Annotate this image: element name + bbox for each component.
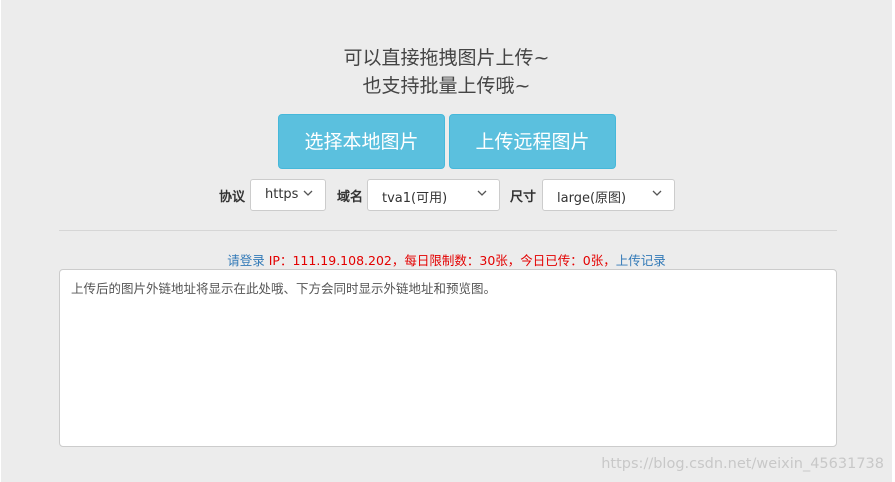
protocol-select[interactable]: https <box>250 179 326 211</box>
headline-drag-hint: 可以直接拖拽图片上传~ <box>343 47 550 69</box>
chevron-down-icon <box>303 190 313 196</box>
image-link-output-textarea[interactable]: 上传后的图片外链地址将显示在此处哦、下方会同时显示外链地址和预览图。 <box>59 269 837 447</box>
size-value: large(原图) <box>557 191 627 206</box>
upload-panel: 可以直接拖拽图片上传~ 也支持批量上传哦~ 选择本地图片 上传远程图片 协议 h… <box>1 0 892 482</box>
protocol-label: 协议 <box>219 190 246 205</box>
status-info: IP：111.19.108.202，每日限制数：30张，今日已传：0张， <box>264 253 616 268</box>
domain-value: tva1(可用) <box>382 191 448 206</box>
upload-remote-image-button[interactable]: 上传远程图片 <box>449 114 616 169</box>
headline-batch-hint: 也支持批量上传哦~ <box>362 75 531 97</box>
upload-history-link[interactable]: 上传记录 <box>616 253 666 268</box>
size-select[interactable]: large(原图) <box>542 179 675 211</box>
domain-label: 域名 <box>337 190 364 205</box>
divider <box>59 230 837 231</box>
chevron-down-icon <box>652 190 662 196</box>
size-label: 尺寸 <box>510 190 537 205</box>
upload-status-line: 请登录 IP：111.19.108.202，每日限制数：30张，今日已传：0张，… <box>1 250 892 269</box>
select-local-image-button[interactable]: 选择本地图片 <box>278 114 445 169</box>
watermark-text: https://blog.csdn.net/weixin_45631738 <box>601 456 884 472</box>
chevron-down-icon <box>477 190 487 196</box>
protocol-value: https <box>265 187 299 202</box>
login-link[interactable]: 请登录 <box>227 253 265 268</box>
domain-select[interactable]: tva1(可用) <box>367 179 500 211</box>
